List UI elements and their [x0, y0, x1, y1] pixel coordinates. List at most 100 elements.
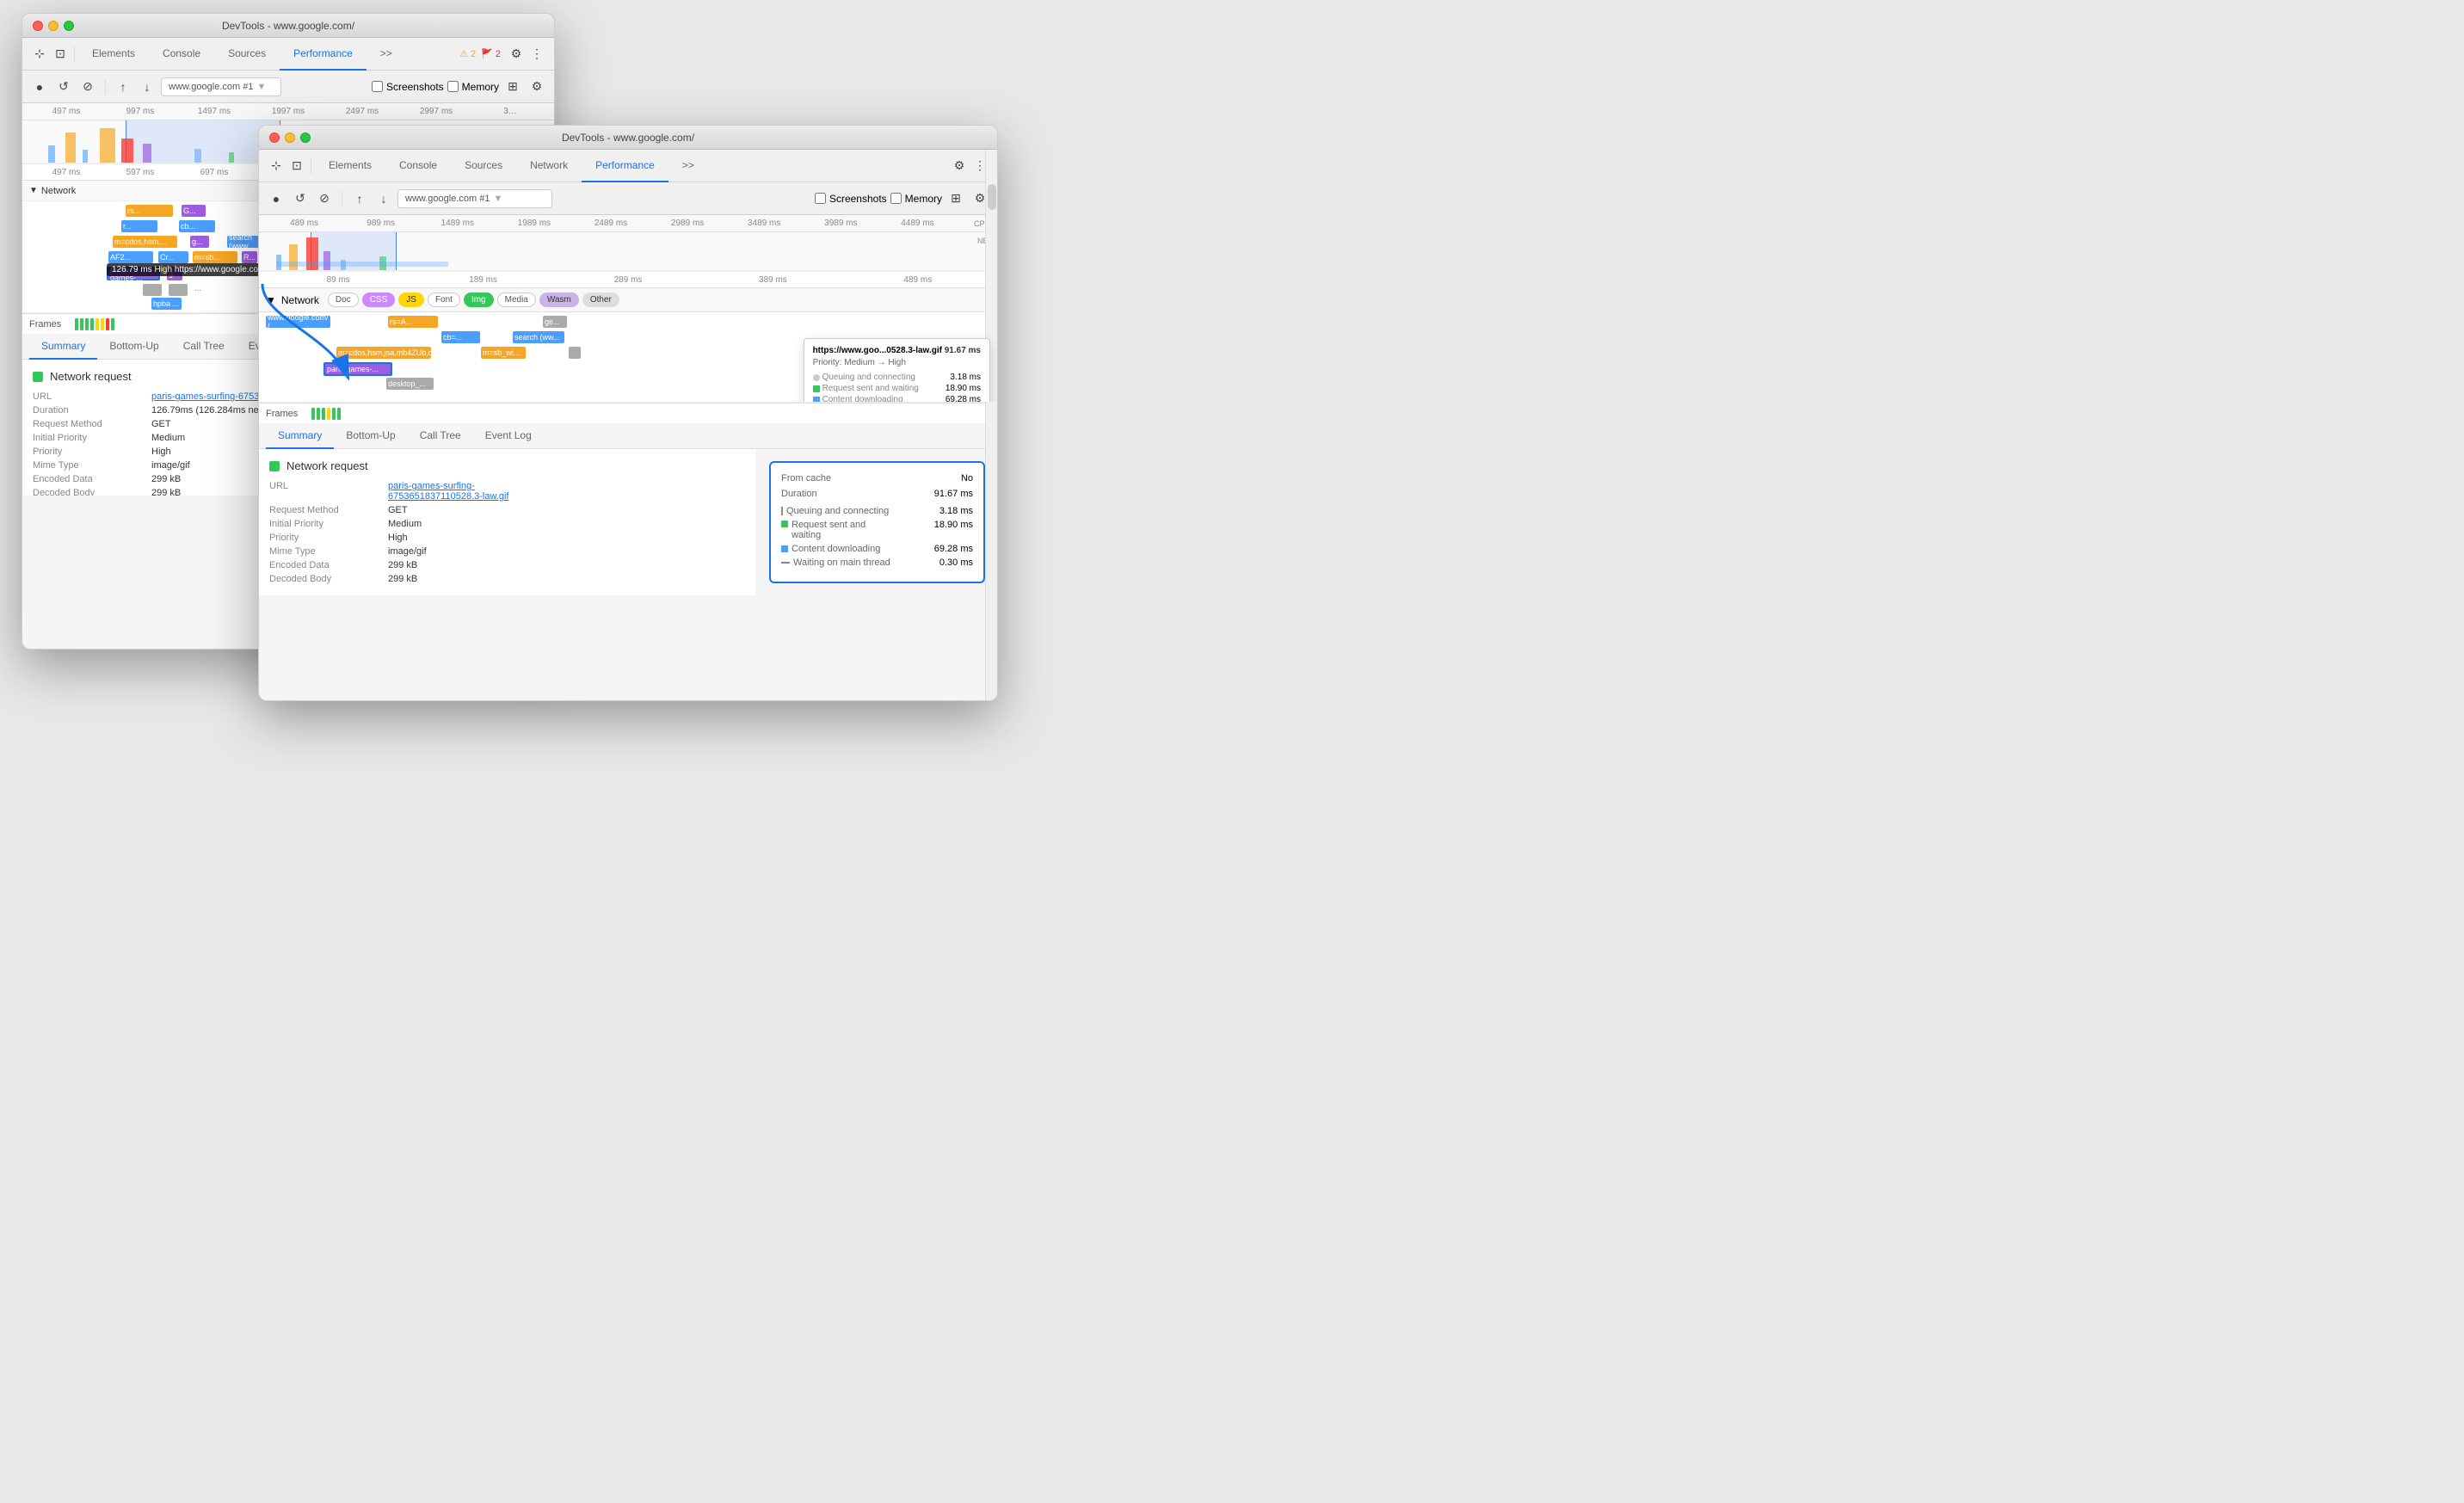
screenshots-checkbox-1[interactable]: Screenshots — [372, 81, 444, 93]
screenshots-checkbox-2[interactable]: Screenshots — [815, 193, 887, 205]
scroll-thumb-2[interactable] — [988, 184, 996, 210]
devtools-icon-1[interactable]: ⊹ — [29, 44, 50, 65]
upload-btn-1[interactable]: ↑ — [113, 77, 133, 97]
close-button-2[interactable] — [269, 132, 280, 143]
tab-more-1[interactable]: >> — [367, 38, 406, 71]
net2-bar-ge[interactable]: ge... — [543, 316, 567, 328]
devtools-icon-2[interactable]: ⊹ — [266, 156, 286, 176]
minimize-button-1[interactable] — [48, 21, 59, 31]
url-key-1: URL — [33, 391, 145, 402]
info-content: Content downloading 69.28 ms — [781, 544, 973, 554]
tab-elements-1[interactable]: Elements — [78, 38, 149, 71]
net-bar-ge[interactable] — [143, 284, 162, 296]
net-bar-g4[interactable] — [169, 284, 188, 296]
net-bar-rs[interactable]: rs... — [126, 205, 173, 217]
filter-media[interactable]: Media — [497, 293, 536, 307]
tab-console-2[interactable]: Console — [385, 150, 451, 182]
memory-checkbox-1[interactable]: Memory — [447, 81, 499, 93]
filter-css[interactable]: CSS — [362, 293, 396, 307]
content-val-2: 69.28 ms — [934, 544, 973, 554]
filter-js[interactable]: JS — [398, 293, 424, 307]
download-btn-2[interactable]: ↓ — [373, 188, 394, 209]
net-bar-mcdos[interactable]: m=cdos,hsm,... — [113, 236, 177, 248]
time-mark-4: 1997 ms — [251, 107, 325, 116]
tab-network-2[interactable]: Network — [516, 150, 582, 182]
filter-other[interactable]: Other — [582, 293, 619, 307]
net2-bar-desktop[interactable]: desktop_... — [386, 378, 434, 390]
net-bar-cb[interactable]: cb... — [179, 220, 215, 232]
collapse-arrow-1[interactable]: ▼ — [29, 186, 38, 195]
tab-bottom-up-2[interactable]: Bottom-Up — [334, 423, 407, 449]
url-val-2[interactable]: paris-games-surfing-6753651837110528.3-l… — [388, 481, 746, 502]
net2-bar-cb[interactable]: cb=... — [441, 331, 480, 343]
info-waiting: Waiting on main thread 0.30 ms — [781, 557, 973, 568]
settings-icon-3[interactable]: ⚙ — [949, 156, 970, 176]
tab-event-log-2[interactable]: Event Log — [473, 423, 544, 449]
network-label-1: Network — [41, 186, 76, 196]
scrollbar-2[interactable] — [985, 150, 997, 700]
net-bar-hpba[interactable]: hpba ... — [151, 298, 182, 310]
reload-btn-1[interactable]: ↺ — [53, 77, 74, 97]
collapse-arrow-2[interactable]: ▼ — [266, 294, 276, 306]
method-key-2: Request Method — [269, 505, 381, 515]
up-arrow-indicator: ↑ — [330, 357, 336, 371]
net-bar-g2[interactable]: g... — [190, 236, 209, 248]
maximize-button-2[interactable] — [300, 132, 311, 143]
tab-call-tree-2[interactable]: Call Tree — [408, 423, 473, 449]
download-btn-1[interactable]: ↓ — [137, 77, 157, 97]
net2-bar-search2[interactable]: search (ww... — [513, 331, 564, 343]
tab-performance-1[interactable]: Performance — [280, 38, 367, 71]
network-label-2: Network — [281, 294, 319, 306]
network-icon-1[interactable]: ⊞ — [502, 77, 523, 97]
screenshot-icon-2[interactable]: ⊡ — [286, 156, 307, 176]
detail-title-2: Network request — [269, 459, 746, 472]
net2-bar-msb2[interactable]: m=sb_wi... — [481, 347, 526, 359]
network-icon-2[interactable]: ⊞ — [946, 188, 966, 209]
net2-bar-rsa[interactable]: rs=A... — [388, 316, 438, 328]
tab-performance-2[interactable]: Performance — [582, 150, 668, 182]
tab-console-1[interactable]: Console — [149, 38, 214, 71]
minimize-button-2[interactable] — [285, 132, 295, 143]
tab-elements-2[interactable]: Elements — [315, 150, 385, 182]
net-bar-g1[interactable]: G... — [182, 205, 206, 217]
tab-summary-1[interactable]: Summary — [29, 334, 97, 360]
net-bar-cr[interactable]: Cr... — [158, 251, 188, 263]
url-key-2: URL — [269, 481, 381, 502]
address-bar-2[interactable]: www.google.com #1 ▼ — [397, 189, 552, 208]
maximize-button-1[interactable] — [64, 21, 74, 31]
record-btn-2[interactable]: ● — [266, 188, 286, 209]
tab-summary-2[interactable]: Summary — [266, 423, 334, 449]
filter-img[interactable]: Img — [464, 293, 494, 307]
tab-bottom-up-1[interactable]: Bottom-Up — [97, 334, 170, 360]
net-bar-r2[interactable]: R... — [242, 251, 257, 263]
duration-key-2: Duration — [781, 489, 817, 499]
close-button-1[interactable] — [33, 21, 43, 31]
net-bar-af2[interactable]: AF2... — [108, 251, 153, 263]
screenshot-icon-1[interactable]: ⊡ — [50, 44, 71, 65]
t2-mark-3: 1489 ms — [419, 219, 496, 228]
clear-btn-2[interactable]: ⊘ — [314, 188, 335, 209]
net-bar-r[interactable]: r... — [121, 220, 157, 232]
tab-sources-2[interactable]: Sources — [451, 150, 516, 182]
more-icon-1[interactable]: ⋮ — [527, 44, 547, 65]
time-ruler-bottom-2: 89 ms 189 ms 289 ms 389 ms 489 ms — [259, 271, 997, 288]
tab-call-tree-1[interactable]: Call Tree — [171, 334, 237, 360]
filter-font[interactable]: Font — [428, 293, 460, 307]
filter-wasm[interactable]: Wasm — [539, 293, 579, 307]
net2-bar-mcdos2[interactable]: m=cdos,hsm,jsa,mb4ZUb,d,c... — [336, 347, 431, 359]
clear-btn-1[interactable]: ⊘ — [77, 77, 98, 97]
upload-btn-2[interactable]: ↑ — [349, 188, 370, 209]
memory-checkbox-2[interactable]: Memory — [890, 193, 942, 205]
record-btn-1[interactable]: ● — [29, 77, 50, 97]
tab-more-2[interactable]: >> — [668, 150, 708, 182]
settings-icon-2[interactable]: ⚙ — [527, 77, 547, 97]
tab-sources-1[interactable]: Sources — [214, 38, 280, 71]
settings-icon-1[interactable]: ⚙ — [506, 44, 527, 65]
address-bar-1[interactable]: www.google.com #1 ▼ — [161, 77, 281, 96]
net2-bar-h[interactable] — [569, 347, 581, 359]
b2-mark-3: 289 ms — [556, 275, 700, 285]
net2-bar-google[interactable]: www.google.com/ (… — [266, 316, 330, 328]
filter-doc[interactable]: Doc — [328, 293, 359, 307]
reload-btn-2[interactable]: ↺ — [290, 188, 311, 209]
net-bar-msb[interactable]: m=sb... — [193, 251, 237, 263]
